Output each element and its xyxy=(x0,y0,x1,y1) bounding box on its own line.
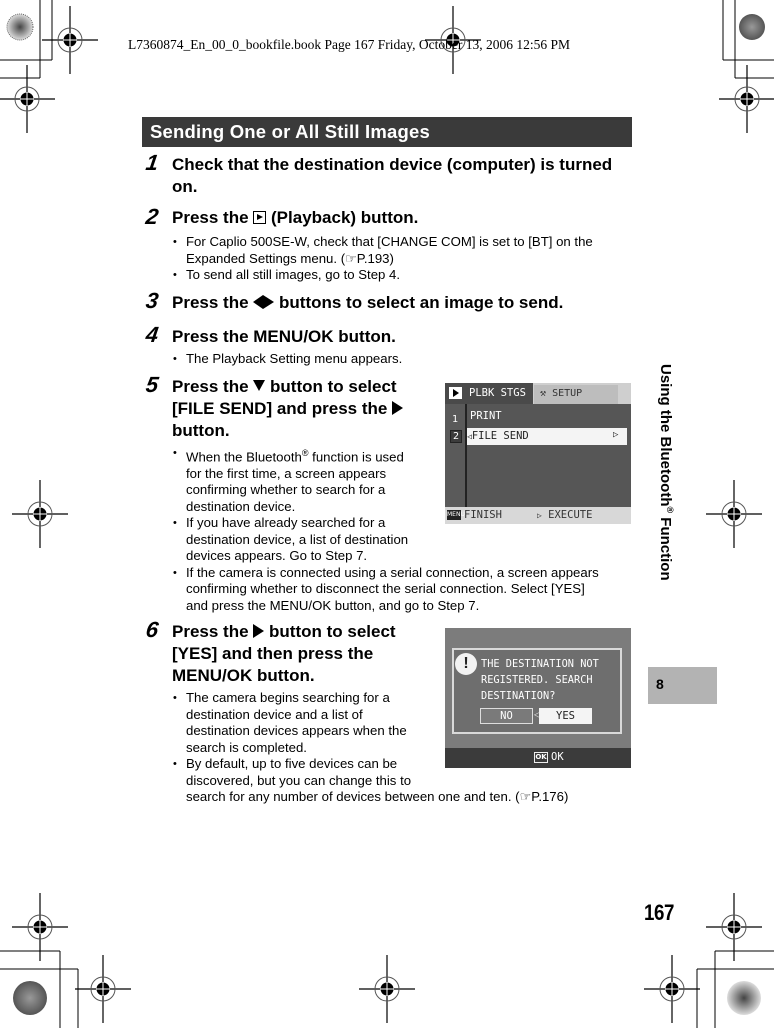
registration-mark xyxy=(358,954,416,1024)
section-title: Sending One or All Still Images xyxy=(150,121,430,142)
registration-mark xyxy=(74,954,132,1024)
registration-mark xyxy=(41,5,99,75)
chapter-number: 8 xyxy=(656,676,664,692)
right-arrow-icon: ▷ xyxy=(537,511,542,520)
step-title-line: on. xyxy=(172,177,198,196)
registration-mark xyxy=(0,64,56,134)
print-header: L7360874_En_00_0_bookfile.book Page 167 … xyxy=(128,37,570,52)
bullet-list: For Caplio 500SE-W, check that [CHANGE C… xyxy=(172,234,634,284)
menu-page-number: 1 xyxy=(452,414,459,425)
registration-mark xyxy=(705,479,763,549)
menu-button-icon: MENU xyxy=(447,510,465,520)
footer-execute-label: EXECUTE xyxy=(548,509,593,521)
camera-screen-destination-dialog: ! THE DESTINATION NOT REGISTERED. SEARCH… xyxy=(445,628,631,768)
right-arrow-icon xyxy=(253,624,265,638)
step-number: 4 xyxy=(144,322,161,347)
registration-mark xyxy=(643,954,701,1024)
no-button[interactable]: NO xyxy=(480,708,533,724)
step-title: Press the button to select [YES] and the… xyxy=(172,622,396,685)
setup-wrench-icon: ⚒ xyxy=(540,388,547,399)
registration-mark xyxy=(11,479,69,549)
step-title: Check that the destination device (compu… xyxy=(172,154,632,198)
menu-page-number-active: 2 xyxy=(450,430,463,443)
playback-icon xyxy=(449,387,462,399)
left-right-arrows-icon xyxy=(253,293,275,312)
bullet-item: To send all still images, go to Step 4. xyxy=(172,267,634,284)
step-title: Press the buttons to select an image to … xyxy=(172,293,564,312)
chapter-side-label: Using the Bluetooth® Function xyxy=(657,364,675,581)
page-reference-icon: ☞ xyxy=(519,789,532,804)
registration-mark xyxy=(705,892,763,962)
bullet-item: The Playback Setting menu appears. xyxy=(172,351,402,368)
step-number: 5 xyxy=(144,372,161,397)
step-number: 3 xyxy=(144,288,161,313)
footer-ok-label: OK xyxy=(551,751,564,763)
step-number: 6 xyxy=(144,617,161,642)
page-number: 167 xyxy=(644,900,674,925)
right-arrow-icon xyxy=(392,401,404,415)
step-number: 1 xyxy=(144,150,161,175)
bullet-item: If the camera is connected using a seria… xyxy=(172,565,634,615)
camera-screen-playback-menu: PLBK STGS ⚒ SETUP 1 2 PRINT ◁FILE SEND ▷… xyxy=(445,383,631,524)
down-arrow-icon xyxy=(253,380,266,391)
yes-button-selected[interactable]: YES xyxy=(539,708,592,724)
dialog-message: THE DESTINATION NOT REGISTERED. SEARCH D… xyxy=(481,658,599,702)
right-arrow-icon: ▷ xyxy=(613,430,619,440)
page-reference-icon: ☞ xyxy=(345,250,357,266)
step-title: Press the (Playback) button. xyxy=(172,208,419,227)
step-title: Press the MENU/OK button. xyxy=(172,327,396,346)
bullet-item: For Caplio 500SE-W, check that [CHANGE C… xyxy=(172,234,634,267)
registration-mark xyxy=(11,892,69,962)
ok-button-icon: OK xyxy=(534,752,548,763)
step-title-line: Check that the destination device (compu… xyxy=(172,155,613,174)
menu-item-print[interactable]: PRINT xyxy=(470,410,502,422)
step-number: 2 xyxy=(144,204,161,229)
bullet-list: The Playback Setting menu appears. xyxy=(172,351,402,368)
playback-icon xyxy=(253,211,267,224)
alert-icon: ! xyxy=(455,653,477,675)
footer-finish-label: FINISH xyxy=(464,509,502,521)
step-title: Press the button to select [FILE SEND] a… xyxy=(172,376,432,442)
registration-mark xyxy=(718,64,774,134)
